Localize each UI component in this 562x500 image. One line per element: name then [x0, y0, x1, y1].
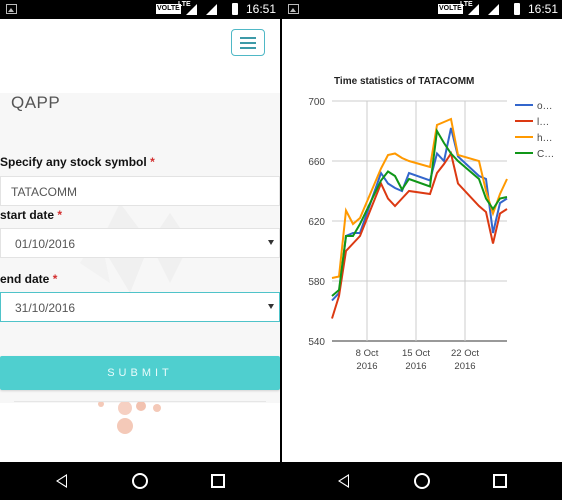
legend-label: o…: [537, 101, 553, 112]
x-tick-label: 2016: [454, 361, 475, 372]
home-icon[interactable]: [414, 473, 430, 489]
y-tick-label: 660: [308, 157, 325, 168]
nav-bar: [0, 462, 280, 500]
y-tick-label: 540: [308, 337, 325, 348]
status-bar: VOLTE LTE 16:51: [0, 0, 280, 19]
y-tick-label: 580: [308, 277, 325, 288]
end-date-select[interactable]: 31/10/2016: [0, 292, 280, 322]
signal-icon: [206, 4, 217, 15]
decorative-graphic: [98, 401, 161, 434]
back-icon[interactable]: [338, 474, 349, 488]
end-date-label: end date *: [0, 272, 58, 286]
battery-icon: [232, 3, 238, 15]
app-title: QAPP: [11, 93, 61, 112]
chevron-down-icon: [268, 240, 274, 245]
divider: [14, 401, 266, 402]
nav-bar: [282, 462, 562, 500]
home-icon[interactable]: [132, 473, 148, 489]
series-line: [331, 127, 508, 297]
line-chart: 540 580 620 660 700 8 Oct 2016 15 Oct 2016 22 Oct…: [308, 97, 554, 372]
left-screen: VOLTE LTE 16:51 QAPP Specify any stock s…: [0, 0, 280, 500]
legend-label: h…: [537, 133, 553, 144]
symbol-label: Specify any stock symbol *: [0, 155, 155, 169]
clock: 16:51: [246, 2, 277, 16]
series-line: [331, 151, 508, 319]
x-tick-label: 22 Oct: [451, 348, 479, 359]
legend-label: C…: [537, 149, 554, 160]
y-tick-label: 620: [308, 217, 325, 228]
menu-button[interactable]: [231, 29, 265, 56]
back-icon[interactable]: [56, 474, 67, 488]
signal-icon: [186, 4, 197, 15]
series-line: [331, 127, 508, 302]
recents-icon[interactable]: [493, 474, 507, 488]
right-screen: VOLTE LTE 16:51 Time statistics of TATAC…: [282, 0, 562, 500]
chevron-down-icon: [268, 304, 274, 309]
recents-icon[interactable]: [211, 474, 225, 488]
y-tick-label: 700: [308, 97, 325, 108]
image-notification-icon: [6, 4, 17, 14]
x-tick-label: 15 Oct: [402, 348, 430, 359]
x-tick-label: 2016: [356, 361, 377, 372]
submit-button[interactable]: SUBMIT: [0, 356, 280, 390]
start-date-select[interactable]: 01/10/2016: [0, 228, 280, 258]
symbol-input[interactable]: TATACOMM: [0, 176, 280, 206]
x-tick-label: 2016: [405, 361, 426, 372]
series-line: [331, 117, 508, 279]
x-tick-label: 8 Oct: [356, 348, 379, 359]
start-date-label: start date *: [0, 208, 63, 222]
legend-label: l…: [537, 117, 549, 128]
